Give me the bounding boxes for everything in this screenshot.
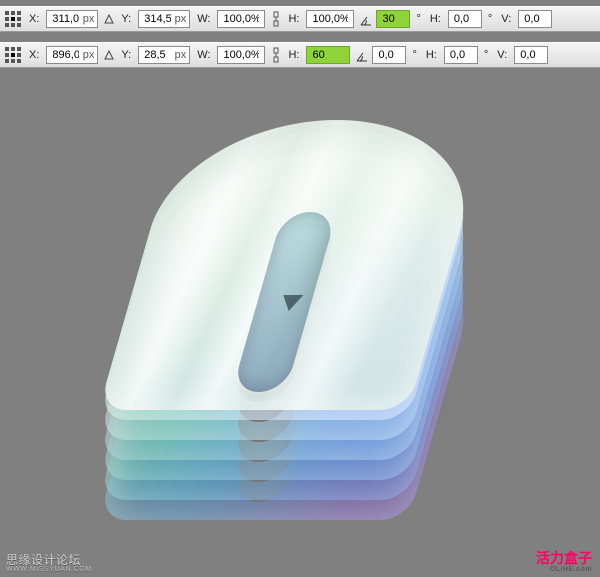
vskew-input[interactable] bbox=[514, 46, 548, 64]
x-input[interactable]: px bbox=[46, 46, 98, 64]
angle-input[interactable] bbox=[376, 10, 410, 28]
angle-icon bbox=[360, 14, 370, 24]
artwork-stage bbox=[0, 70, 600, 550]
degree-symbol: ° bbox=[416, 13, 422, 25]
w-input[interactable] bbox=[217, 10, 265, 28]
watermark-right: 活力盒子 OLiHE.com bbox=[536, 548, 592, 573]
vskew-label: V: bbox=[496, 49, 508, 61]
x-label: X: bbox=[28, 49, 40, 61]
y-label: Y: bbox=[120, 49, 132, 61]
degree-symbol: ° bbox=[488, 13, 494, 25]
watermark-left-main: 思缘设计论坛 bbox=[6, 553, 81, 567]
x-label: X: bbox=[28, 13, 40, 25]
transform-toolbar-1: X: px Y: px W: H: ° H: ° V: bbox=[0, 6, 600, 32]
delta-icon bbox=[104, 50, 114, 60]
y-input[interactable]: px bbox=[138, 10, 190, 28]
h-input[interactable] bbox=[306, 10, 354, 28]
h-label: H: bbox=[287, 13, 300, 25]
transform-toolbar-2: X: px Y: px W: H: ° H: ° V: bbox=[0, 42, 600, 68]
degree-symbol: ° bbox=[412, 49, 418, 61]
reference-point-icon[interactable] bbox=[4, 46, 22, 64]
angle-icon bbox=[356, 50, 366, 60]
link-icon[interactable] bbox=[271, 47, 281, 63]
w-label: W: bbox=[196, 49, 211, 61]
degree-symbol: ° bbox=[484, 49, 490, 61]
reference-point-icon[interactable] bbox=[4, 10, 22, 28]
x-input[interactable]: px bbox=[46, 10, 98, 28]
h-label: H: bbox=[287, 49, 300, 61]
link-icon[interactable] bbox=[271, 11, 281, 27]
hskew-label: H: bbox=[425, 49, 438, 61]
w-label: W: bbox=[196, 13, 211, 25]
h-input[interactable] bbox=[306, 46, 350, 64]
watermark-right-sub: OLiHE.com bbox=[536, 566, 592, 573]
watermark-right-main: 活力盒子 bbox=[536, 550, 592, 566]
angle-input[interactable] bbox=[372, 46, 406, 64]
hskew-label: H: bbox=[429, 13, 442, 25]
watermark-left-sub: WWW.MISSYUAN.COM bbox=[6, 566, 92, 573]
vskew-input[interactable] bbox=[518, 10, 552, 28]
vskew-label: V: bbox=[500, 13, 512, 25]
y-input[interactable]: px bbox=[138, 46, 190, 64]
hskew-input[interactable] bbox=[444, 46, 478, 64]
y-label: Y: bbox=[120, 13, 132, 25]
hskew-input[interactable] bbox=[448, 10, 482, 28]
w-input[interactable] bbox=[217, 46, 265, 64]
canvas: X: px Y: px W: H: ° H: ° V: X: px Y: px … bbox=[0, 0, 600, 577]
watermark-left: 思缘设计论坛 WWW.MISSYUAN.COM bbox=[6, 551, 92, 573]
delta-icon bbox=[104, 14, 114, 24]
